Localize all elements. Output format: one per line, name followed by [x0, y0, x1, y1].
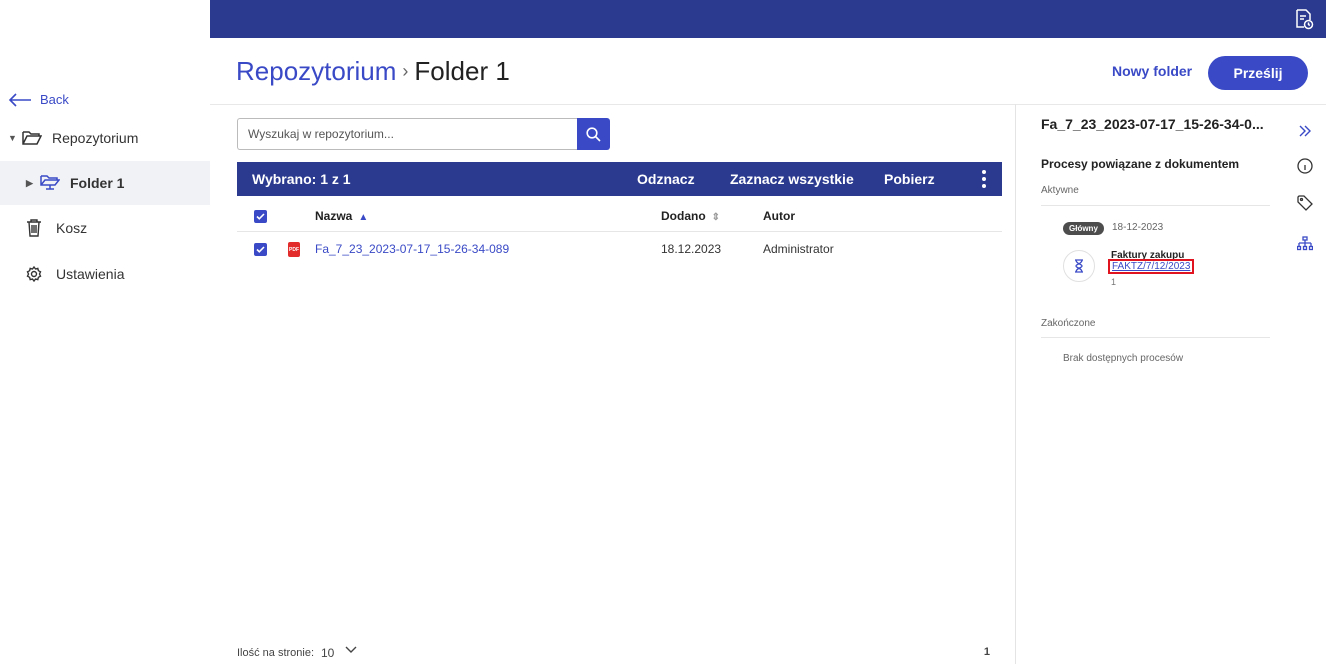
- column-header-added[interactable]: Dodano ⇕: [661, 209, 720, 223]
- finished-section-label: Zakończone: [1041, 318, 1096, 329]
- divider: [1041, 337, 1270, 338]
- breadcrumb-separator: ›: [402, 61, 409, 81]
- page-title: Folder 1: [414, 56, 510, 86]
- back-link[interactable]: Back: [8, 92, 69, 107]
- file-name-link[interactable]: Fa_7_23_2023-07-17_15-26-34-089: [315, 242, 509, 256]
- selection-bar: Wybrano: 1 z 1 Odznacz Zaznacz wszystkie…: [237, 162, 1002, 196]
- selection-count: Wybrano: 1 z 1: [252, 171, 351, 187]
- select-all-button[interactable]: Zaznacz wszystkie: [730, 171, 854, 187]
- sidebar-item-label: Folder 1: [70, 175, 125, 191]
- info-icon[interactable]: [1294, 155, 1316, 177]
- column-header-author: Autor: [763, 209, 795, 223]
- sidebar-item-repozytorium[interactable]: ▼ Repozytorium: [0, 116, 210, 160]
- sidebar-item-kosz[interactable]: Kosz: [0, 206, 210, 250]
- pdf-file-icon: PDF: [288, 242, 300, 257]
- upload-button[interactable]: Prześlij: [1208, 56, 1308, 90]
- table-header: Nazwa ▲ Dodano ⇕ Autor: [237, 204, 1002, 232]
- breadcrumb: Repozytorium › Folder 1: [236, 56, 510, 87]
- more-options-icon[interactable]: [982, 170, 986, 188]
- folder-open-icon: [22, 129, 42, 147]
- sidebar-item-label: Repozytorium: [52, 130, 139, 146]
- active-section-label: Aktywne: [1041, 185, 1079, 196]
- app-root: Back ▼ Repozytorium ▶ Folder 1 Kosz Usta…: [0, 0, 1326, 664]
- sort-icon: ⇕: [711, 212, 721, 223]
- chevron-down-icon[interactable]: [345, 643, 357, 655]
- file-author: Administrator: [763, 242, 834, 256]
- details-file-title: Fa_7_23_2023-07-17_15-26-34-0...: [1041, 116, 1264, 132]
- header-divider: [210, 104, 1326, 105]
- check-icon: [256, 246, 265, 253]
- caret-right-icon[interactable]: ▶: [26, 178, 36, 189]
- deselect-button[interactable]: Odznacz: [637, 171, 695, 187]
- page-number[interactable]: 1: [984, 646, 990, 658]
- back-label: Back: [40, 92, 69, 107]
- hourglass-icon: [1063, 250, 1095, 282]
- sidebar-item-label: Kosz: [56, 220, 88, 236]
- select-all-checkbox[interactable]: [254, 210, 267, 223]
- search-icon: [586, 126, 601, 142]
- sidebar: Back ▼ Repozytorium ▶ Folder 1 Kosz Usta…: [0, 0, 210, 664]
- gear-icon: [26, 265, 46, 283]
- table-row[interactable]: PDF Fa_7_23_2023-07-17_15-26-34-089 18.1…: [237, 236, 1002, 264]
- check-icon: [256, 213, 265, 220]
- per-page-label: Ilość na stronie:: [237, 647, 315, 659]
- sort-asc-icon: ▲: [358, 212, 369, 223]
- trash-icon: [26, 219, 46, 237]
- divider: [1041, 205, 1270, 206]
- search-input[interactable]: [237, 118, 577, 150]
- new-folder-button[interactable]: Nowy folder: [1112, 63, 1192, 79]
- sidebar-item-folder-1[interactable]: ▶ Folder 1: [0, 161, 210, 205]
- related-processes-title: Procesy powiązane z dokumentem: [1041, 157, 1240, 171]
- document-clock-icon[interactable]: [1294, 8, 1314, 30]
- pagination: Ilość na stronie: 10 1: [237, 646, 1002, 660]
- panel-divider: [1015, 104, 1016, 664]
- process-number: 1: [1111, 277, 1117, 287]
- process-tree-icon[interactable]: [1294, 233, 1316, 255]
- caret-down-icon[interactable]: ▼: [8, 133, 18, 143]
- sidebar-item-ustawienia[interactable]: Ustawienia: [0, 252, 210, 296]
- breadcrumb-root-link[interactable]: Repozytorium: [236, 56, 396, 87]
- badge-date: 18-12-2023: [1112, 222, 1164, 233]
- process-link[interactable]: FAKTZ/7/12/2023: [1108, 259, 1195, 274]
- per-page-select[interactable]: 10: [321, 646, 334, 660]
- column-header-name[interactable]: Nazwa ▲: [315, 209, 368, 223]
- tag-icon[interactable]: [1294, 192, 1316, 214]
- no-processes-text: Brak dostępnych procesów: [1063, 353, 1184, 364]
- search-button[interactable]: [577, 118, 610, 150]
- main-badge: Główny: [1063, 222, 1104, 235]
- sidebar-item-label: Ustawienia: [56, 266, 125, 282]
- file-added-date: 18.12.2023: [661, 242, 722, 256]
- top-bar: [210, 0, 1326, 38]
- folder-shared-icon: [40, 174, 60, 192]
- arrow-left-icon: [8, 92, 31, 107]
- collapse-panel-icon[interactable]: [1294, 120, 1316, 142]
- download-button[interactable]: Pobierz: [884, 171, 935, 187]
- row-checkbox[interactable]: [254, 243, 267, 256]
